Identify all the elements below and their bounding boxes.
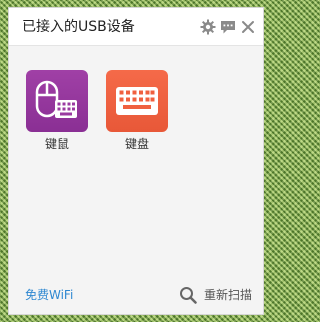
- panel-footer: 免费WiFi 重新扫描: [9, 276, 263, 314]
- panel-title: 已接入的USB设备: [22, 19, 135, 35]
- panel-header: 已接入的USB设备: [9, 8, 263, 46]
- device-keyboard[interactable]: 键盘: [106, 70, 168, 152]
- search-icon[interactable]: [179, 286, 197, 304]
- device-label: 键鼠: [44, 137, 69, 151]
- keyboard-icon: [106, 70, 168, 132]
- device-label: 键盘: [124, 137, 149, 151]
- free-wifi-link[interactable]: 免费WiFi: [25, 287, 73, 303]
- device-mouse-keyboard[interactable]: 键鼠: [26, 70, 88, 152]
- gear-icon[interactable]: [200, 19, 216, 35]
- close-icon[interactable]: [240, 19, 256, 35]
- usb-devices-panel: 已接入的USB设备 键鼠 键盘 免费WiFi 重新扫描: [8, 7, 264, 315]
- rescan-button[interactable]: 重新扫描: [204, 287, 252, 303]
- mouse-keyboard-icon: [26, 70, 88, 132]
- chat-icon[interactable]: [220, 19, 236, 35]
